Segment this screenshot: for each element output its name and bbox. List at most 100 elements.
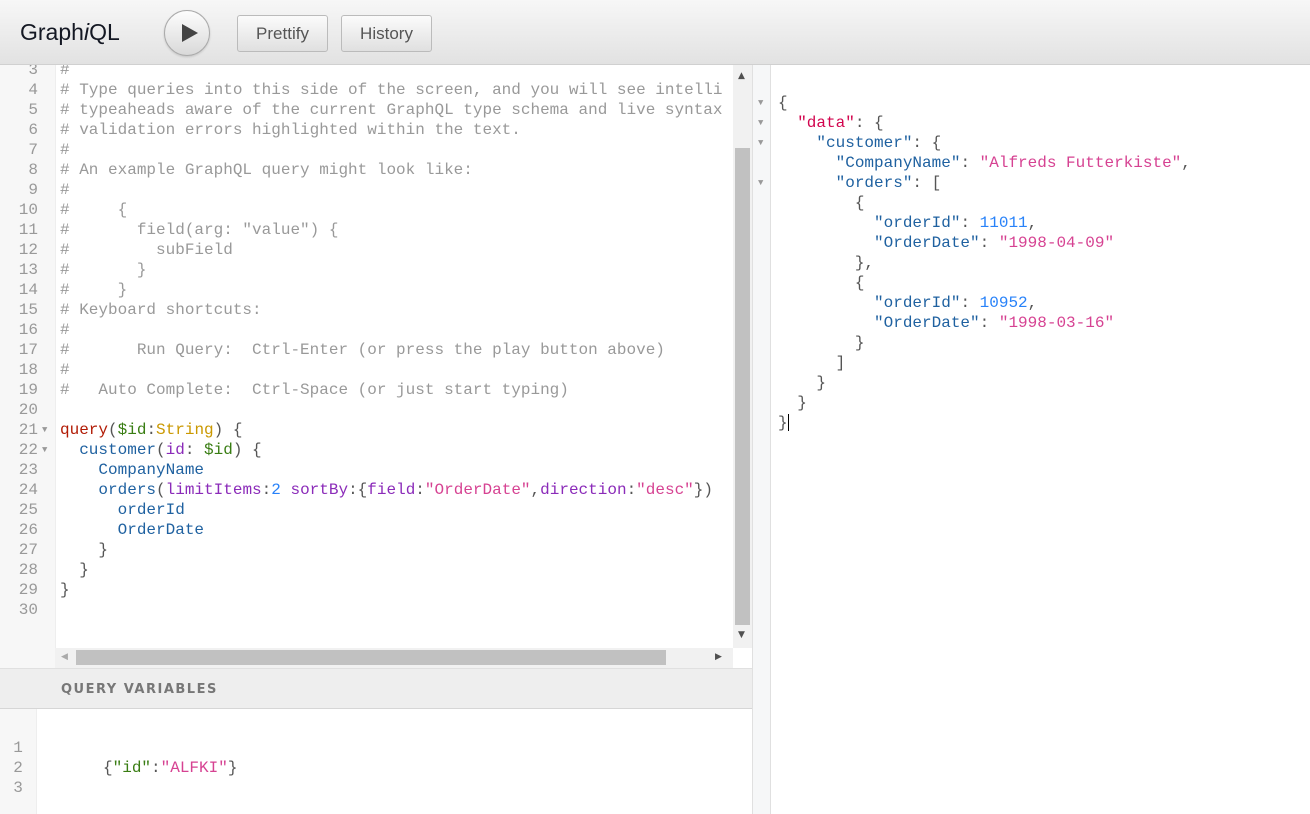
line-number: 3 — [13, 779, 23, 797]
token-property: customer — [60, 441, 157, 459]
title-suffix: QL — [89, 19, 120, 45]
fold-arrow-icon[interactable]: ▼ — [758, 93, 763, 113]
token-punct: : — [415, 481, 425, 499]
token-property: orders — [60, 481, 157, 499]
token-punct — [778, 174, 836, 192]
token-comment: # — [60, 321, 70, 339]
token-property: "CompanyName" — [835, 154, 961, 172]
token-punct: : — [960, 214, 980, 232]
code-text: # } — [60, 280, 127, 300]
token-punct: } — [60, 581, 70, 599]
scroll-up-arrow-icon[interactable]: ▲ — [738, 71, 745, 81]
token-punct: : — [184, 441, 205, 459]
token-comment: # — [60, 361, 70, 379]
query-vertical-scrollbar[interactable]: ▲ ▼ — [733, 65, 752, 648]
token-number: 11011 — [979, 214, 1028, 232]
fold-arrow-icon[interactable]: ▼ — [758, 173, 763, 193]
token-punct: ) { — [213, 421, 243, 439]
token-comment: # Run Query: Ctrl-Enter (or press the pl… — [60, 341, 665, 359]
token-punct: , — [1027, 214, 1038, 232]
code-text: OrderDate — [60, 520, 204, 540]
code-text: "orders": [ — [778, 173, 942, 193]
code-text: "customer": { — [778, 133, 941, 153]
line-number: 22 — [18, 441, 38, 459]
code-text: "CompanyName": "Alfreds Futterkiste", — [778, 153, 1191, 173]
query-variables-header[interactable]: QUERY VARIABLES — [0, 668, 752, 709]
token-punct: : — [979, 314, 999, 332]
token-punct — [778, 214, 874, 232]
scroll-down-arrow-icon[interactable]: ▼ — [738, 630, 745, 640]
code-text: "orderId": 10952, — [778, 293, 1037, 313]
token-comment: # — [60, 141, 70, 159]
token-punct: : — [960, 294, 980, 312]
token-punct: : { — [912, 134, 942, 152]
fold-arrow-icon[interactable]: ▼ — [758, 113, 763, 133]
token-string: "OrderDate" — [424, 481, 531, 499]
line-number: 1 — [13, 739, 23, 757]
token-punct — [778, 114, 797, 132]
execute-query-button[interactable] — [164, 10, 210, 56]
token-comment: # Auto Complete: Ctrl-Space (or just sta… — [60, 381, 569, 399]
line-number: 7 — [28, 141, 38, 159]
scroll-left-arrow-icon[interactable]: ◀ — [61, 652, 68, 662]
code-text: # — [60, 360, 70, 380]
code-text: customer(id: $id) { — [60, 440, 261, 460]
fold-arrow-icon[interactable]: ▼ — [42, 440, 47, 460]
token-punct: ( — [156, 481, 166, 499]
code-text: # Run Query: Ctrl-Enter (or press the pl… — [60, 340, 665, 360]
token-comment: # } — [60, 261, 147, 279]
token-punct: ( — [156, 441, 166, 459]
scroll-right-arrow-icon[interactable]: ▶ — [715, 652, 722, 662]
line-number: 8 — [28, 161, 38, 179]
code-text: # Keyboard shortcuts: — [60, 300, 262, 320]
token-punct — [778, 134, 816, 152]
token-number: 10952 — [979, 294, 1028, 312]
code-text: } — [778, 333, 865, 353]
code-text: {"id":"ALFKI"} — [103, 758, 237, 778]
line-number: 21 — [18, 421, 38, 439]
token-punct: } — [778, 394, 807, 412]
token-comment: # field(arg: "value") { — [60, 221, 339, 239]
token-punct: : — [979, 234, 999, 252]
token-punct: { — [778, 274, 865, 292]
line-number: 23 — [18, 461, 38, 479]
query-editor[interactable]: 3 #4 # Type queries into this side of the … — [0, 65, 752, 668]
token-punct: } — [227, 759, 238, 777]
prettify-button[interactable]: Prettify — [237, 15, 328, 52]
vertical-scroll-thumb[interactable] — [735, 148, 750, 625]
token-string: "1998-04-09" — [998, 234, 1115, 252]
fold-arrow-icon[interactable]: ▼ — [42, 420, 47, 440]
token-punct: { — [778, 194, 865, 212]
token-property: "customer" — [816, 134, 913, 152]
horizontal-scroll-thumb[interactable] — [76, 650, 666, 665]
token-comment: # — [60, 181, 70, 199]
token-string: "ALFKI" — [160, 759, 228, 777]
line-number: 20 — [18, 401, 38, 419]
result-viewer: ▼{▼ "data": {▼ "customer": { "CompanyNam… — [753, 65, 1310, 814]
query-horizontal-scrollbar[interactable]: ◀ ▶ — [55, 648, 733, 668]
token-attribute: field — [367, 481, 416, 499]
code-text: "orderId": 11011, — [778, 213, 1037, 233]
token-comment: # typeaheads aware of the current GraphQ… — [60, 101, 723, 119]
line-number: 11 — [18, 221, 38, 239]
fold-arrow-icon[interactable]: ▼ — [758, 133, 763, 153]
line-number: 30 — [18, 601, 38, 619]
token-property: "orderId" — [874, 294, 961, 312]
code-text: query($id:String) { — [60, 420, 242, 440]
token-punct: : — [626, 481, 637, 499]
code-text: orderId — [60, 500, 185, 520]
token-attribute: direction — [540, 481, 627, 499]
token-string: "Alfreds Futterkiste" — [979, 154, 1182, 172]
token-property: CompanyName — [60, 461, 205, 479]
code-text: # Type queries into this side of the scr… — [60, 80, 723, 100]
code-text: "OrderDate": "1998-03-16" — [778, 313, 1114, 333]
token-punct: } — [778, 334, 865, 352]
line-number: 3 — [28, 65, 38, 79]
code-text: "OrderDate": "1998-04-09" — [778, 233, 1114, 253]
app-title: GraphiQL — [20, 19, 120, 46]
code-text: } — [778, 373, 826, 393]
variables-editor[interactable]: 1 2 {"id":"ALFKI"} 3 — [0, 709, 752, 814]
history-button[interactable]: History — [341, 15, 432, 52]
token-punct: } — [60, 541, 109, 559]
token-punct — [778, 154, 836, 172]
